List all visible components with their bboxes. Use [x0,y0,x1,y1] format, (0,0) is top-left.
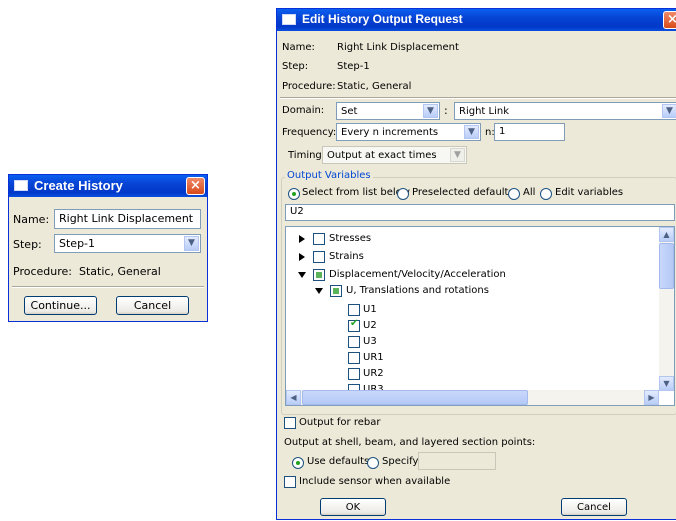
window-icon [14,180,28,191]
frequency-select-value: Every n increments [341,127,439,138]
name-field[interactable]: Right Link Displacement [54,209,201,229]
step-select[interactable]: Step-1 ▼ [54,234,201,253]
chevron-down-icon[interactable]: ▼ [662,104,676,118]
scroll-down-icon[interactable]: ▼ [659,376,674,391]
variables-input[interactable]: U2 [285,204,675,221]
close-icon[interactable]: × [186,177,205,195]
tree-item-u1[interactable]: U1 [363,304,377,315]
radio-preselected-defaults-label: Preselected defaults [412,187,514,198]
checkbox-u-group[interactable] [330,285,342,297]
radio-edit-variables-label: Edit variables [555,187,624,198]
edit-history-dialog: Edit History Output Request × Name: Righ… [276,8,676,520]
divider [280,97,676,99]
chevron-down-icon[interactable]: ▼ [450,148,465,162]
divider [12,286,204,288]
domain-select-value: Set [341,106,358,117]
step-label: Step: [282,61,309,72]
create-history-titlebar[interactable]: Create History × [9,175,207,197]
output-variables-tree[interactable]: Stresses Strains Displacement/Velocity/A… [285,226,675,406]
step-label: Step: [13,238,42,251]
specify-input[interactable] [418,452,496,470]
chevron-down-icon[interactable]: ▼ [464,125,479,139]
domain-target-value: Right Link [459,106,509,117]
cancel-button[interactable]: Cancel [116,296,189,315]
radio-all-label: All [523,187,536,198]
checkbox-ur2[interactable] [348,368,360,380]
step-select-value: Step-1 [59,237,96,250]
cancel-button[interactable]: Cancel [561,498,627,516]
radio-select-from-list[interactable] [288,188,300,200]
collapse-icon[interactable] [298,272,306,278]
frequency-label: Frequency: [282,127,337,138]
procedure-label: Procedure: [282,81,336,92]
timing-label: Timing: [288,150,326,161]
horizontal-scrollbar[interactable]: ◀ ▶ [286,390,659,405]
scroll-up-icon[interactable]: ▲ [659,227,674,242]
vertical-scrollbar[interactable]: ▲ ▼ [659,227,674,391]
name-label: Name: [282,42,315,53]
checkbox-stresses[interactable] [313,233,325,245]
create-history-title: Create History [34,178,123,193]
tree-item-ur2[interactable]: UR2 [363,368,384,379]
checkbox-u2[interactable] [348,318,360,332]
scroll-left-icon[interactable]: ◀ [286,390,301,405]
output-variables-label: Output Variables [285,170,373,181]
domain-target-select[interactable]: Right Link ▼ [454,102,676,120]
continue-button[interactable]: Continue... [24,296,97,315]
chevron-down-icon[interactable]: ▼ [423,104,438,118]
radio-preselected-defaults[interactable] [397,188,409,200]
timing-select-value: Output at exact times [327,150,437,161]
output-rebar-label: Output for rebar [299,417,381,428]
tree-item-strains[interactable]: Strains [329,251,364,262]
name-value: Right Link Displacement [337,42,459,53]
expand-icon[interactable] [299,253,305,261]
tree-item-stresses[interactable]: Stresses [329,233,371,244]
radio-select-from-list-label: Select from list below [302,187,410,198]
close-icon[interactable]: × [663,11,676,29]
edit-history-titlebar[interactable]: Edit History Output Request × [277,9,676,31]
domain-select[interactable]: Set ▼ [336,102,440,120]
specify-label: Specify: [382,456,422,467]
chevron-down-icon[interactable]: ▼ [184,236,199,251]
edit-history-title: Edit History Output Request [302,12,463,26]
ok-button[interactable]: OK [320,498,386,516]
tree-item-displacement[interactable]: Displacement/Velocity/Acceleration [329,269,506,280]
radio-edit-variables[interactable] [540,188,552,200]
procedure-label: Procedure: [13,265,72,278]
procedure-value: Static, General [79,265,161,278]
horizontal-scroll-thumb[interactable] [302,390,528,405]
collapse-icon[interactable] [315,288,323,294]
tree-item-u-group[interactable]: U, Translations and rotations [346,285,489,296]
vertical-scroll-thumb[interactable] [659,243,674,289]
checkbox-strains[interactable] [313,251,325,263]
checkbox-include-sensor[interactable] [284,476,296,488]
frequency-select[interactable]: Every n increments ▼ [336,123,481,141]
use-defaults-label: Use defaults [307,456,370,467]
step-value: Step-1 [337,61,370,72]
checkbox-output-rebar[interactable] [284,417,296,429]
window-icon [282,14,296,25]
domain-label: Domain: [282,105,325,116]
checkbox-displacement[interactable] [313,269,325,281]
include-sensor-label: Include sensor when available [299,476,451,487]
name-label: Name: [13,213,50,226]
tree-item-u3[interactable]: U3 [363,336,377,347]
radio-specify[interactable] [367,457,379,469]
checkbox-ur1[interactable] [348,352,360,364]
tree-item-u2[interactable]: U2 [363,320,377,331]
create-history-dialog: Create History × Name: Right Link Displa… [8,174,208,322]
radio-use-defaults[interactable] [292,457,304,469]
radio-all[interactable] [508,188,520,200]
procedure-value: Static, General [337,81,412,92]
section-points-label: Output at shell, beam, and layered secti… [284,437,536,448]
expand-icon[interactable] [299,235,305,243]
timing-select[interactable]: Output at exact times ▼ [322,146,467,164]
tree-item-ur1[interactable]: UR1 [363,352,384,363]
n-input[interactable]: 1 [494,123,565,141]
checkbox-u1[interactable] [348,304,360,316]
domain-colon: : [444,104,448,117]
checkbox-u3[interactable] [348,336,360,348]
scroll-right-icon[interactable]: ▶ [644,390,659,405]
